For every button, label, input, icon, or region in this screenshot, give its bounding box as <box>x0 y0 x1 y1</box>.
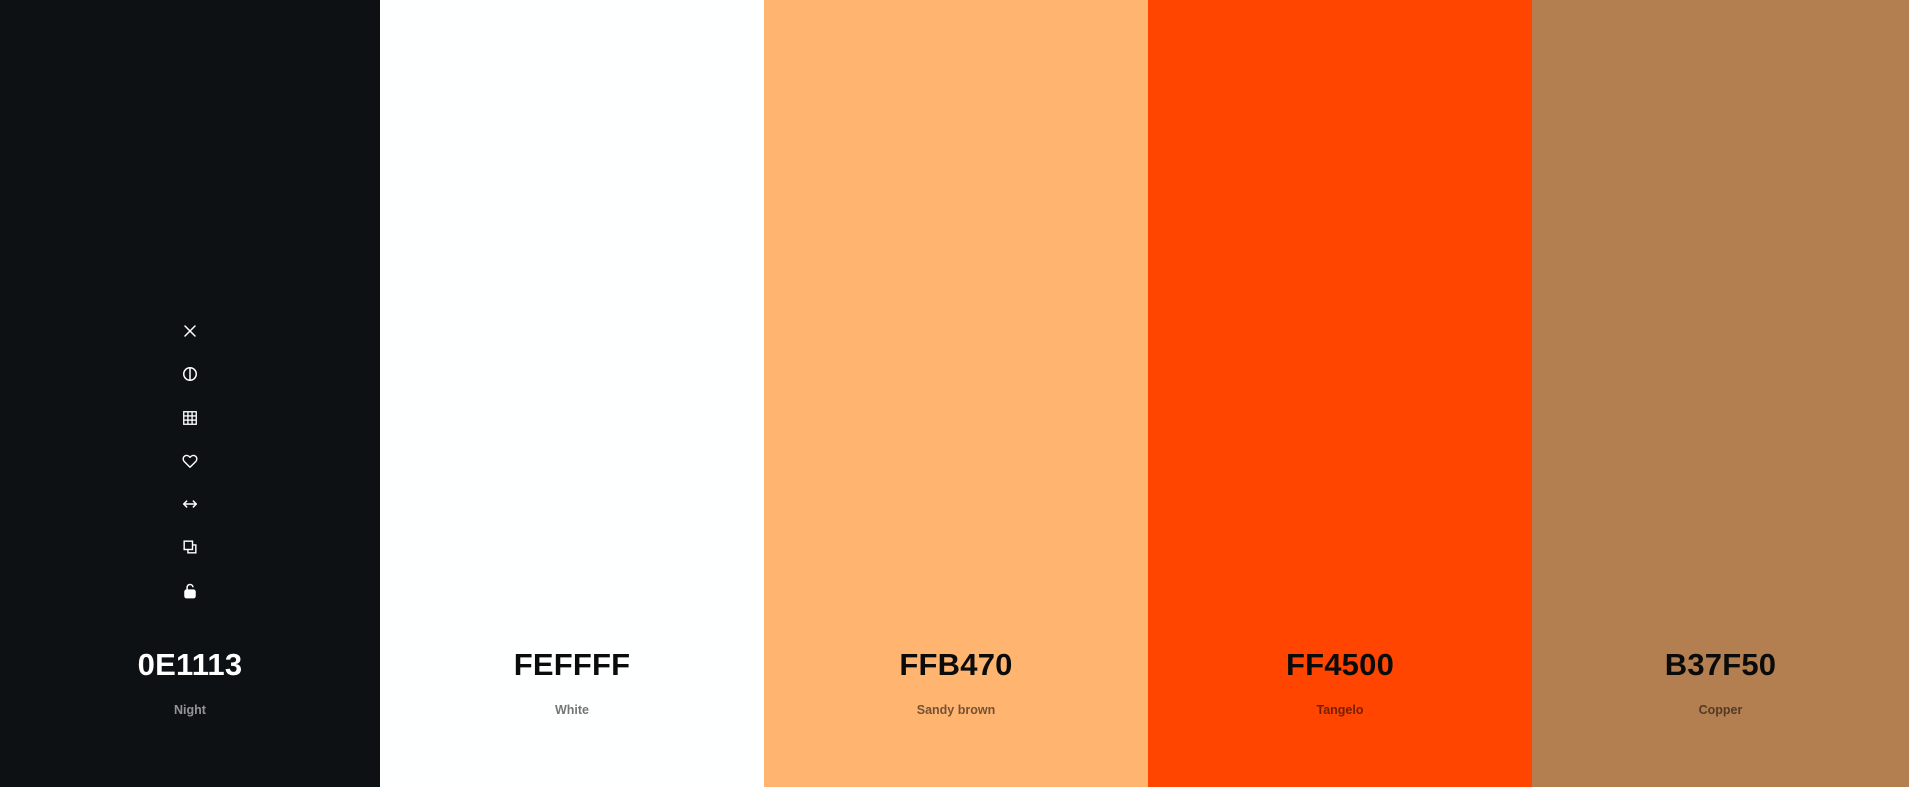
color-name[interactable]: Night <box>0 702 380 718</box>
color-swatch-sandy-brown[interactable]: FFB470 Sandy brown <box>764 0 1148 787</box>
shades-icon <box>183 410 197 425</box>
hex-code[interactable]: FFB470 <box>764 645 1148 685</box>
contrast-icon <box>183 367 197 382</box>
swatch-toolbar <box>0 316 380 619</box>
hex-code[interactable]: B37F50 <box>1532 645 1909 685</box>
drag-icon <box>183 500 197 508</box>
color-swatch-night[interactable]: 0E1113 Night <box>0 0 380 787</box>
heart-icon <box>182 454 198 468</box>
color-swatch-tangelo[interactable]: FF4500 Tangelo <box>1148 0 1532 787</box>
save-color-button[interactable] <box>175 446 205 476</box>
view-shades-button[interactable] <box>175 403 205 433</box>
copy-icon <box>183 540 197 555</box>
color-name[interactable]: Tangelo <box>1148 702 1532 718</box>
hex-code[interactable]: FF4500 <box>1148 645 1532 685</box>
unlock-icon <box>184 583 196 599</box>
color-name[interactable]: White <box>380 702 764 718</box>
hex-code[interactable]: 0E1113 <box>0 645 380 685</box>
color-name[interactable]: Copper <box>1532 702 1909 718</box>
color-swatch-white[interactable]: FEFFFF White <box>380 0 764 787</box>
remove-color-button[interactable] <box>175 316 205 346</box>
close-icon <box>184 325 196 337</box>
contrast-check-button[interactable] <box>175 359 205 389</box>
hex-code[interactable]: FEFFFF <box>380 645 764 685</box>
color-name[interactable]: Sandy brown <box>764 702 1148 718</box>
copy-hex-button[interactable] <box>175 532 205 562</box>
lock-color-button[interactable] <box>175 576 205 606</box>
color-swatch-copper[interactable]: B37F50 Copper <box>1532 0 1909 787</box>
palette: 0E1113 Night FEFFFF White FFB470 Sandy b… <box>0 0 1909 787</box>
drag-handle[interactable] <box>175 489 205 519</box>
